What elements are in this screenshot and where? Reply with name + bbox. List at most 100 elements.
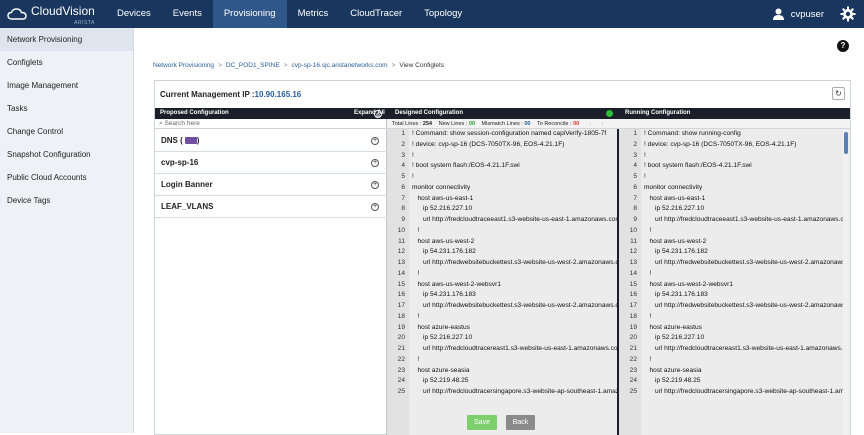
line-text: ! <box>644 151 646 159</box>
tab-devices[interactable]: Devices <box>106 0 162 28</box>
line-number: 13 <box>629 259 637 266</box>
designed-config-line: 3! <box>387 151 617 162</box>
configlet-item[interactable]: cvp-sp-16 + <box>155 152 387 174</box>
cloud-logo-icon <box>7 8 27 20</box>
breadcrumb-item[interactable]: cvp-sp-16.sjc.aristanetworks.com <box>291 62 387 69</box>
running-config-line: 5! <box>619 172 850 183</box>
expand-configlet-icon[interactable]: + <box>371 137 379 145</box>
tab-topology[interactable]: Topology <box>413 0 473 28</box>
running-config-line: 13 url http://fredwebsitebuckettest.s3-w… <box>619 258 850 269</box>
scrollbar-thumb[interactable] <box>844 132 848 154</box>
sidebar-item-configlets[interactable]: Configlets <box>0 51 133 74</box>
configlet-search-input[interactable]: ⌕ Search here <box>155 119 387 129</box>
running-config-line: 1 ! Command: show running-config <box>619 129 850 140</box>
line-number: 5 <box>401 173 405 180</box>
breadcrumb-separator-icon: > <box>218 62 222 69</box>
running-config-line: 2 ! device: cvp-sp-16 (DCS-7050TX-96, EOS… <box>619 140 850 151</box>
total-lines-label: Total Lines : <box>392 121 422 127</box>
sidebar-item-tasks[interactable]: Tasks <box>0 97 133 120</box>
user-icon <box>772 8 784 20</box>
line-number: 9 <box>633 216 637 223</box>
line-number: 13 <box>397 259 405 266</box>
line-number: 12 <box>397 248 405 256</box>
tab-events[interactable]: Events <box>162 0 213 28</box>
line-text: ip 52.216.227.10 <box>644 205 705 213</box>
expand-configlet-icon[interactable]: + <box>371 181 379 189</box>
designed-config-line: 25 url http://fredcloudtracersingapore.s… <box>387 387 617 398</box>
line-number: 17 <box>397 302 405 309</box>
line-number: 17 <box>629 302 637 309</box>
line-number: 6 <box>401 183 405 191</box>
line-number: 12 <box>629 248 637 256</box>
line-number: 22 <box>397 355 405 363</box>
breadcrumb-item[interactable]: DC_POD1_SPINE <box>226 62 280 69</box>
line-text: host azure-eastus <box>412 323 470 331</box>
sidebar-item-image-management[interactable]: Image Management <box>0 74 133 97</box>
breadcrumb: Network Provisioning > DC_POD1_SPINE > cvp-s… <box>153 62 444 69</box>
line-text: url http://fredcloudtracersingapore.s3-w… <box>654 388 850 395</box>
expand-configlet-icon[interactable]: + <box>371 203 379 211</box>
line-text: ! <box>644 312 652 320</box>
designed-config-line: 11 host aws-us-west-2 <box>387 237 617 248</box>
running-config-line: 20 ip 52.216.227.10 <box>619 333 850 344</box>
expand-configlet-icon[interactable]: + <box>371 159 379 167</box>
new-lines-label: New Lines : <box>438 121 468 127</box>
new-lines-value: 00 <box>468 121 476 127</box>
line-text: host aws-us-west-2-websvr1 <box>644 280 734 288</box>
configlet-item[interactable]: Login Banner + <box>155 174 387 196</box>
line-text: ip 54.231.176.182 <box>412 248 476 256</box>
line-text: ! boot system flash:/EOS-4.21.1F.swi <box>644 162 752 170</box>
sidebar-item-change-control[interactable]: Change Control <box>0 120 133 143</box>
configlets-panel: Current Management IP :10.90.165.16 ↻ Pr… <box>154 80 851 435</box>
line-text: ! <box>644 269 652 277</box>
line-text: monitor connectivity <box>644 183 703 191</box>
arrow-down-icon[interactable]: ↓ <box>589 121 592 127</box>
tab-provisioning[interactable]: Provisioning <box>212 0 287 28</box>
line-number: 25 <box>629 388 637 395</box>
line-text: ! device: cvp-sp-16 (DCS-7050TX-96, EOS-… <box>412 140 565 148</box>
designed-config-line: 22 ! <box>387 355 617 366</box>
tab-cloudtracer[interactable]: CloudTracer <box>339 0 413 28</box>
diff-scrollbar[interactable] <box>843 129 850 435</box>
line-number: 7 <box>401 194 405 202</box>
line-text: url http://fredwebsitebuckettest.s3-webs… <box>412 259 617 266</box>
gear-icon[interactable] <box>840 6 856 22</box>
designed-config-line: 6 monitor connectivity <box>387 183 617 194</box>
designed-config-pane[interactable]: 1 ! Command: show session-configuration n… <box>387 129 617 435</box>
designed-config-line: 4 ! boot system flash:/EOS-4.21.1F.swi <box>387 161 617 172</box>
refresh-icon[interactable]: ↻ <box>832 87 845 100</box>
designed-config-line: 21 url http://fredcloudtracereast1.s3-we… <box>387 344 617 355</box>
sidebar-item-network-provisioning[interactable]: Network Provisioning <box>0 28 133 51</box>
tab-metrics[interactable]: Metrics <box>287 0 340 28</box>
line-number: 9 <box>401 216 405 223</box>
user-name: cvpuser <box>790 8 824 20</box>
breadcrumb-item[interactable]: Network Provisioning <box>153 62 214 69</box>
help-icon[interactable]: ? <box>837 40 849 52</box>
line-text: host aws-us-west-2 <box>412 237 475 245</box>
running-config-line: 22 ! <box>619 355 850 366</box>
cloudvision-logo[interactable]: CloudVision ARISTA <box>0 0 106 28</box>
designed-config-line: 19 host azure-eastus <box>387 323 617 334</box>
user-menu[interactable]: cvpuser <box>772 0 824 28</box>
back-button[interactable]: Back <box>506 415 535 430</box>
save-button[interactable]: Save <box>467 415 497 430</box>
sidebar-item-snapshot-configuration[interactable]: Snapshot Configuration <box>0 143 133 166</box>
configlet-item[interactable]: DNS () + <box>155 130 387 152</box>
expand-all-icon[interactable]: ⊕ <box>374 109 382 119</box>
running-config-line: 8 ip 52.216.227.10 <box>619 204 850 215</box>
configlet-name: DNS <box>161 136 178 145</box>
line-number: 11 <box>630 237 637 245</box>
line-text: ! <box>412 226 420 234</box>
line-number: 21 <box>397 345 405 352</box>
line-text: url http://fredcloudtracereast1.s3-websi… <box>644 345 850 352</box>
line-number: 19 <box>629 323 637 331</box>
sidebar-item-device-tags[interactable]: Device Tags <box>0 189 133 212</box>
line-number: 20 <box>629 334 637 342</box>
line-number: 4 <box>633 162 637 170</box>
mismatch-lines-value: 00 <box>524 121 531 127</box>
configlet-item[interactable]: LEAF_VLANS + <box>155 196 387 218</box>
running-config-pane[interactable]: 1 ! Command: show running-config 2 ! device… <box>617 129 850 435</box>
arrow-up-icon[interactable]: ↑ <box>601 121 604 127</box>
reconcile-label: To Reconcile : <box>537 121 572 127</box>
sidebar-item-public-cloud-accounts[interactable]: Public Cloud Accounts <box>0 166 133 189</box>
